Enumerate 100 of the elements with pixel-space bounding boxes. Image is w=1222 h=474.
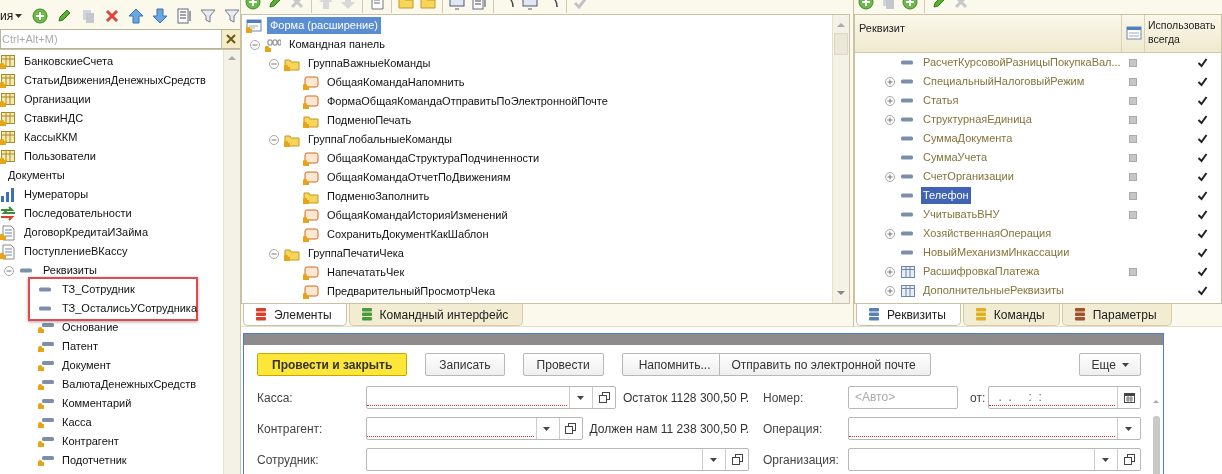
collapse-icon[interactable] [249, 38, 261, 51]
add-icon[interactable] [32, 8, 49, 24]
button[interactable]: Напомнить... [621, 353, 720, 376]
list-item[interactable]: УчитыватьВНУ [921, 206, 1002, 223]
scrollbar[interactable] [832, 15, 849, 303]
expand-icon[interactable] [884, 113, 896, 126]
tree-item[interactable]: ОбщаяКомандаОтчетПоДвижениям [324, 169, 514, 186]
collapse-icon[interactable] [268, 57, 280, 70]
arrow-down-icon[interactable] [152, 8, 169, 24]
button[interactable]: Отправить по электронной почте [718, 353, 931, 376]
column-header[interactable]: Использовать всегда [1145, 15, 1221, 53]
tree-item[interactable]: СтатьиДвиженияДенежныхСредств [21, 72, 209, 89]
list-item[interactable]: Телефон [921, 187, 971, 204]
list-item[interactable]: ДополнительныеРеквизиты [921, 282, 1066, 299]
scroll-thumb[interactable] [834, 33, 848, 55]
check-icon[interactable] [1197, 133, 1208, 144]
tree-item[interactable]: Документ [59, 357, 114, 374]
expand-icon[interactable] [884, 284, 896, 297]
input-field[interactable]: . . : : [988, 386, 1141, 409]
expand-icon[interactable] [884, 94, 896, 107]
tab[interactable]: Реквизиты [856, 304, 961, 326]
expand-icon[interactable] [884, 265, 896, 278]
tree-item[interactable]: ПредварительныйПросмотрЧека [324, 283, 499, 300]
check-icon[interactable] [1197, 152, 1208, 163]
tab[interactable]: Команды [962, 304, 1060, 326]
list-item[interactable]: РасшифровкаПлатежа [921, 263, 1042, 280]
tree-item[interactable]: Патент [59, 338, 101, 355]
list-item[interactable]: СтруктурнаяЕдиница [921, 111, 1034, 128]
expand-icon[interactable] [884, 227, 896, 240]
tree-item[interactable]: Нумераторы [21, 186, 92, 203]
arrow-down-icon[interactable] [836, 289, 846, 297]
check-icon[interactable] [1197, 76, 1208, 87]
scroll-thumb[interactable] [1152, 416, 1160, 474]
tree-item[interactable]: Документы [5, 167, 68, 184]
expand-icon[interactable] [884, 170, 896, 183]
scrollbar[interactable] [1152, 398, 1160, 474]
button[interactable]: Провести [522, 353, 604, 376]
tree-item[interactable]: ПоступлениеВКассу [21, 243, 131, 260]
list-item[interactable]: СуммаУчета [921, 149, 990, 166]
tree-item[interactable]: Реквизиты [40, 262, 100, 279]
tree-item[interactable]: Пользователи [21, 148, 99, 165]
tree-item[interactable]: ДоговорКредитаИЗайма [21, 224, 152, 241]
input-field[interactable] [366, 417, 583, 440]
tree-item[interactable]: ВалютаДенежныхСредств [59, 376, 200, 393]
arrow-up-icon[interactable] [128, 8, 145, 24]
check-icon[interactable] [1197, 171, 1208, 182]
list-item[interactable]: СпециальныйНалоговыйРежим [921, 73, 1087, 90]
tree-item[interactable]: БанковскиеСчета [21, 53, 117, 70]
list-item[interactable]: Статья [921, 92, 961, 109]
tree-item[interactable]: ОбщаяКомандаИсторияИзменений [324, 207, 511, 224]
tree-item[interactable]: Комментарий [59, 395, 135, 412]
check-icon[interactable] [1197, 95, 1208, 106]
input-field[interactable] [848, 417, 1141, 440]
list-item[interactable]: НовыйМеханизмИнкассации [921, 244, 1072, 261]
filter-icon[interactable] [224, 8, 241, 24]
tree-item[interactable]: СохранитьДокументКакШаблон [324, 226, 492, 243]
scrollbar[interactable] [223, 50, 240, 474]
tree-item[interactable]: ОбщаяКомандаСтруктураПодчиненности [324, 150, 543, 167]
list-item[interactable]: ХозяйственнаяОперация [921, 225, 1054, 242]
tree-item[interactable]: ГруппаПечатиЧека [305, 245, 407, 262]
check-icon[interactable] [1197, 114, 1208, 125]
arrow-up-icon[interactable] [836, 21, 846, 29]
check-icon[interactable] [1197, 190, 1208, 201]
list-icon[interactable] [176, 8, 193, 24]
tree-item[interactable]: Последовательности [21, 205, 135, 222]
tree-item[interactable]: ТЗ_Сотрудник [59, 281, 138, 298]
tree-item[interactable]: ГруппаВажныеКоманды [305, 55, 434, 72]
tree-item[interactable]: Подотчетник [59, 452, 130, 469]
tree-item[interactable]: Командная панель [286, 36, 388, 53]
check-icon[interactable] [1197, 228, 1208, 239]
collapse-icon[interactable] [268, 133, 280, 146]
button[interactable]: Еще [1078, 353, 1141, 376]
delete-icon[interactable] [104, 8, 121, 24]
menu-button[interactable]: ия [0, 9, 14, 23]
tree-item[interactable]: Контрагент [59, 433, 122, 450]
collapse-icon[interactable] [3, 264, 15, 277]
tab[interactable]: Командный интерфейс [348, 304, 524, 326]
check-icon[interactable] [1197, 266, 1208, 277]
check-icon[interactable] [1197, 57, 1208, 68]
expand-icon[interactable] [884, 75, 896, 88]
list-item[interactable]: РасчетКурсовойРазницыПокупкаВал... [921, 54, 1123, 71]
search-field[interactable]: Ctrl+Alt+M) [0, 29, 240, 49]
pencil-icon[interactable] [56, 8, 73, 24]
tab[interactable]: Параметры [1061, 304, 1172, 326]
close-icon[interactable] [225, 33, 237, 45]
input-field[interactable] [366, 448, 749, 471]
list-item[interactable]: СчетОрганизации [921, 168, 1016, 185]
tree-item[interactable]: Касса [59, 414, 95, 431]
tree-item[interactable]: НапечататьЧек [324, 264, 408, 281]
check-icon[interactable] [1197, 285, 1208, 296]
check-icon[interactable] [1197, 247, 1208, 258]
tree-item[interactable]: ФормаОбщаяКомандаОтправитьПоЭлектроннойПочте [324, 93, 611, 110]
filter-icon[interactable] [200, 8, 217, 24]
tree-item[interactable]: ОбщаяКомандаНапомнить [324, 74, 468, 91]
tree-item[interactable]: ПодменюПечать [324, 112, 415, 129]
input-field[interactable] [848, 448, 1141, 471]
tree-item[interactable]: ПодменюЗаполнить [324, 188, 433, 205]
tree-item[interactable]: Организации [21, 91, 94, 108]
column-header[interactable]: Реквизит [855, 15, 1121, 53]
tree-item[interactable]: ГруппаГлобальныеКоманды [305, 131, 455, 148]
